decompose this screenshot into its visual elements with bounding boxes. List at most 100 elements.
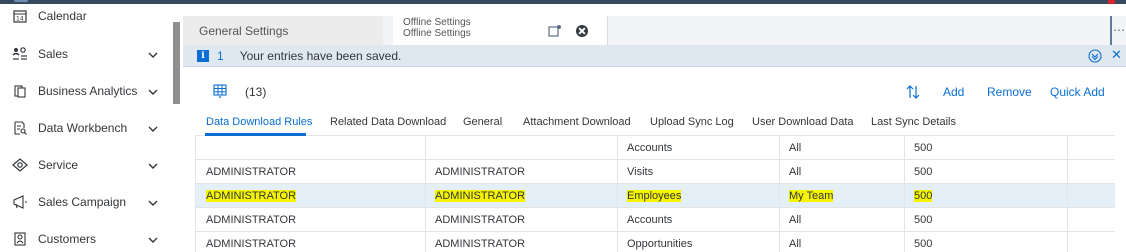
calendar-icon: 14 xyxy=(12,8,28,24)
column-divider xyxy=(1067,136,1068,252)
table-cell: 500 xyxy=(914,184,933,208)
table-cell: Opportunities xyxy=(627,238,693,250)
sidebar: 14 Calendar Sales Business Analytics Dat… xyxy=(0,4,172,252)
column-divider xyxy=(425,136,426,252)
svg-text:14: 14 xyxy=(16,16,24,23)
table-cell: All xyxy=(789,214,802,226)
campaign-icon xyxy=(12,194,28,210)
data-workbench-icon xyxy=(12,120,28,136)
message-count[interactable]: 1 xyxy=(217,49,224,63)
column-divider xyxy=(617,136,618,252)
table-cell: All xyxy=(789,238,802,250)
sidebar-item-business-analytics[interactable]: Business Analytics xyxy=(0,73,172,109)
customers-icon xyxy=(12,231,28,247)
tab-general-settings[interactable]: General Settings xyxy=(183,16,383,46)
tab-attachment-download[interactable]: Attachment Download xyxy=(523,116,631,128)
table-cell: ADMINISTRATOR xyxy=(206,238,297,250)
table-cell: Employees xyxy=(627,184,682,208)
table-cell: 500 xyxy=(914,142,933,154)
sidebar-item-label: Sales xyxy=(38,47,69,61)
table-toolbar: (13) Add Remove Quick Add xyxy=(195,76,1115,108)
tab-data-download-rules[interactable]: Data Download Rules xyxy=(206,116,312,128)
remove-button[interactable]: Remove xyxy=(987,85,1032,99)
table-cell: ADMINISTRATOR xyxy=(206,166,297,178)
message-text: Your entries have been saved. xyxy=(239,48,402,63)
column-divider xyxy=(904,136,905,252)
table-cell: All xyxy=(789,142,802,154)
expand-messages-icon[interactable] xyxy=(1088,49,1102,63)
table-row[interactable]: ADMINISTRATOR ADMINISTRATOR Visits All 5… xyxy=(195,160,1115,184)
message-strip: i 1 Your entries have been saved. ✕ xyxy=(183,45,1126,67)
highlighted-text: ADMINISTRATOR xyxy=(435,190,526,202)
tab-last-sync-details[interactable]: Last Sync Details xyxy=(871,116,956,128)
quick-add-button[interactable]: Quick Add xyxy=(1050,85,1105,99)
close-icon[interactable] xyxy=(576,25,588,37)
column-divider xyxy=(779,136,780,252)
sales-icon xyxy=(12,46,28,62)
service-icon xyxy=(12,157,28,173)
sidebar-item-service[interactable]: Service xyxy=(0,147,172,183)
highlighted-text: My Team xyxy=(789,190,834,202)
sort-icon[interactable] xyxy=(905,84,921,100)
sidebar-item-customers[interactable]: Customers xyxy=(0,221,172,252)
document-tab-strip: General Settings Offline Settings Offlin… xyxy=(183,16,1126,56)
sidebar-item-label: Calendar xyxy=(38,9,87,23)
chevron-down-icon[interactable] xyxy=(147,49,159,61)
tab-user-download-data[interactable]: User Download Data xyxy=(752,116,854,128)
chevron-down-icon[interactable] xyxy=(147,234,159,246)
sidebar-item-calendar[interactable]: 14 Calendar xyxy=(0,0,172,34)
close-message-icon[interactable]: ✕ xyxy=(1111,48,1123,62)
table-cell: Accounts xyxy=(627,214,673,226)
highlighted-text: Employees xyxy=(627,190,682,202)
tab-related-data-download[interactable]: Related Data Download xyxy=(330,116,446,128)
tab-upload-sync-log[interactable]: Upload Sync Log xyxy=(650,116,734,128)
tab-title: Offline Settings xyxy=(403,17,471,28)
table-row-selected[interactable]: ADMINISTRATOR ADMINISTRATOR Employees My… xyxy=(195,184,1115,208)
info-icon: i xyxy=(197,49,209,62)
table-cell: ADMINISTRATOR xyxy=(206,184,297,208)
table-cell: ADMINISTRATOR xyxy=(435,214,526,226)
table-row[interactable]: ADMINISTRATOR ADMINISTRATOR Accounts All… xyxy=(195,208,1115,232)
table-cell: All xyxy=(789,166,802,178)
chevron-down-icon[interactable] xyxy=(147,197,159,209)
table-cell: 500 xyxy=(914,166,933,178)
sidebar-item-label: Data Workbench xyxy=(38,121,128,135)
table-row[interactable]: ADMINISTRATOR ADMINISTRATOR Opportunitie… xyxy=(195,232,1115,252)
highlighted-text: 500 xyxy=(914,190,933,202)
tab-subtitle: Offline Settings xyxy=(403,28,471,39)
content-tab-bar: Data Download Rules Related Data Downloa… xyxy=(195,112,1115,136)
table-cell: Accounts xyxy=(627,142,673,154)
table-row[interactable]: Accounts All 500 xyxy=(195,136,1115,160)
sidebar-item-sales-campaign[interactable]: Sales Campaign xyxy=(0,184,172,220)
table-cell: My Team xyxy=(789,184,834,208)
table-cell: ADMINISTRATOR xyxy=(435,238,526,250)
table-cell: 500 xyxy=(914,238,933,250)
sidebar-scrollbar[interactable] xyxy=(173,22,180,104)
main-area: General Settings Offline Settings Offlin… xyxy=(183,4,1126,252)
table-cell: ADMINISTRATOR xyxy=(435,166,526,178)
overflow-icon[interactable]: ⋯ xyxy=(1112,16,1126,46)
sidebar-item-label: Customers xyxy=(38,232,97,246)
business-analytics-icon xyxy=(12,83,28,99)
chevron-down-icon[interactable] xyxy=(147,160,159,172)
item-count: (13) xyxy=(245,85,267,99)
tab-label: Offline Settings Offline Settings xyxy=(403,17,471,39)
sidebar-item-label: Service xyxy=(38,158,79,172)
tab-label: General Settings xyxy=(199,24,289,38)
sidebar-item-label: Sales Campaign xyxy=(38,195,127,209)
chevron-down-icon[interactable] xyxy=(147,86,159,98)
table-cell: ADMINISTRATOR xyxy=(435,184,526,208)
sidebar-item-label: Business Analytics xyxy=(38,84,138,98)
tab-general[interactable]: General xyxy=(463,116,502,128)
chevron-down-icon[interactable] xyxy=(147,123,159,135)
highlighted-text: ADMINISTRATOR xyxy=(206,190,297,202)
add-button[interactable]: Add xyxy=(943,85,964,99)
table-cell: ADMINISTRATOR xyxy=(206,214,297,226)
sidebar-item-sales[interactable]: Sales xyxy=(0,36,172,72)
table-settings-icon[interactable] xyxy=(213,84,227,98)
table-cell: 500 xyxy=(914,214,933,226)
table-cell: Visits xyxy=(627,166,654,178)
tab-offline-settings[interactable]: Offline Settings Offline Settings xyxy=(393,16,608,46)
sidebar-item-data-workbench[interactable]: Data Workbench xyxy=(0,110,172,146)
detach-window-icon[interactable] xyxy=(548,24,562,38)
